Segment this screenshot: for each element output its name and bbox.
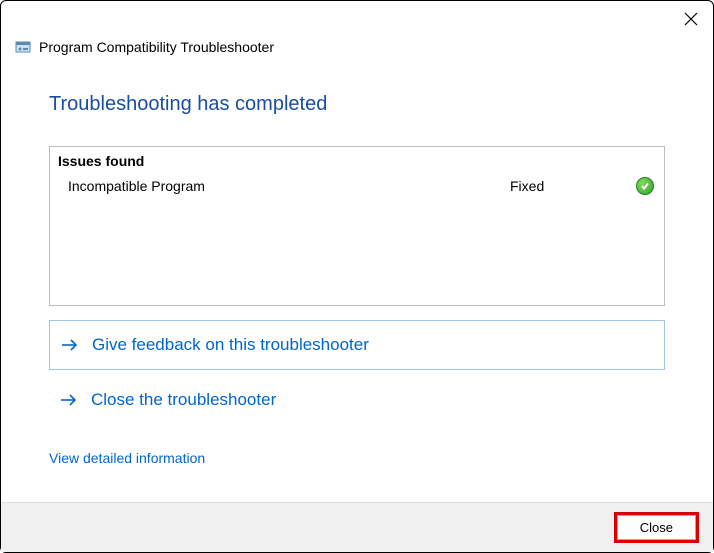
- titlebar: [1, 1, 713, 37]
- window-close-button[interactable]: [679, 7, 703, 31]
- issue-status: Fixed: [510, 178, 630, 194]
- issues-header: Issues found: [50, 147, 664, 173]
- feedback-label: Give feedback on this troubleshooter: [92, 335, 369, 355]
- content-area: Troubleshooting has completed Issues fou…: [1, 65, 713, 468]
- close-troubleshooter-label: Close the troubleshooter: [91, 390, 276, 410]
- check-icon: [636, 177, 654, 195]
- close-button[interactable]: Close: [617, 515, 696, 540]
- view-details-link[interactable]: View detailed information: [49, 450, 205, 466]
- app-title: Program Compatibility Troubleshooter: [39, 39, 274, 55]
- troubleshooter-icon: [15, 39, 31, 55]
- feedback-action[interactable]: Give feedback on this troubleshooter: [49, 320, 665, 370]
- arrow-right-icon: [59, 392, 79, 408]
- page-heading: Troubleshooting has completed: [49, 93, 665, 116]
- close-icon: [684, 12, 698, 26]
- header: Program Compatibility Troubleshooter: [1, 37, 713, 65]
- footer: Close: [1, 502, 713, 552]
- issue-name: Incompatible Program: [68, 178, 510, 194]
- close-troubleshooter-action[interactable]: Close the troubleshooter: [49, 376, 665, 424]
- issues-box: Issues found Incompatible Program Fixed: [49, 146, 665, 306]
- issue-status-icon: [630, 177, 654, 195]
- close-button-highlight: Close: [614, 512, 699, 543]
- arrow-right-icon: [60, 337, 80, 353]
- issue-row: Incompatible Program Fixed: [50, 173, 664, 199]
